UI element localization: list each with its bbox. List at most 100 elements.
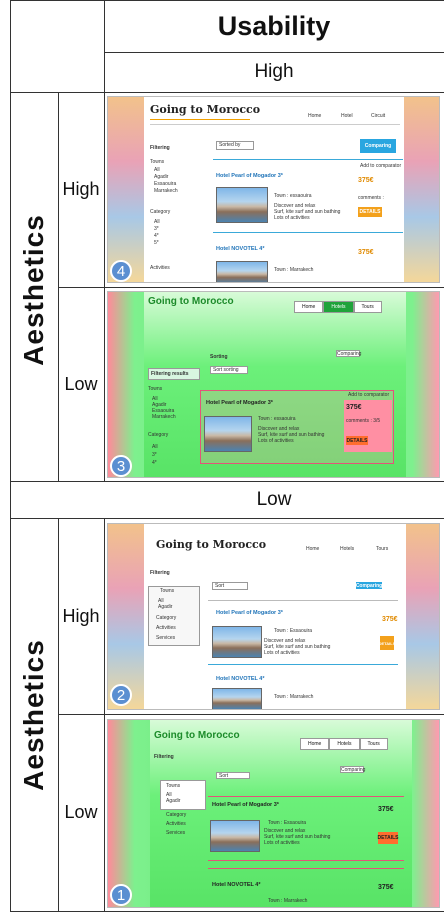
- site-title: Going to Morocco: [156, 538, 267, 551]
- badge-3: 3: [110, 455, 132, 477]
- hotel-name: Hotel Pearl of Mogador 3*: [216, 173, 283, 179]
- side-item: Services: [166, 830, 186, 836]
- sorting-heading: Sorting: [210, 354, 228, 360]
- sort-select: Sort: [212, 582, 248, 590]
- badge-2: 2: [110, 684, 132, 706]
- category-item: All: [152, 444, 158, 450]
- nav-circuit: Circuit: [371, 113, 386, 119]
- category-item: 4*: [152, 460, 157, 466]
- category-heading: Category: [150, 209, 171, 215]
- details-button: DETAILS: [358, 207, 382, 217]
- sort-select: Sorted by: [216, 141, 254, 150]
- nav-tours: Tours: [359, 738, 388, 750]
- nav-tours: Tours: [353, 301, 382, 313]
- sort-select: Sort: [216, 772, 250, 779]
- screenshot-2: Going to Morocco Home Hotels Tours Filte…: [107, 523, 440, 710]
- price: 375€: [382, 616, 398, 623]
- hotel-photo: [212, 688, 262, 709]
- grid-line: [104, 518, 105, 912]
- card-line: [213, 159, 403, 160]
- filtering-heading: Filtering: [150, 570, 170, 576]
- card-line: [208, 860, 404, 861]
- aesthetics-axis-label-bottom: Aesthetics: [18, 639, 49, 791]
- town-item: Agadir: [158, 604, 173, 610]
- town-line: Town : Essaouira: [268, 820, 307, 826]
- hotel-photo: [210, 820, 260, 852]
- bullet: Lots of activities: [264, 650, 300, 656]
- usability-low-label: Low: [256, 488, 292, 510]
- hotel-name: Hotel NOVOTEL 4*: [216, 246, 265, 252]
- screenshot-1: Going to Morocco Home Hotels Tours Filte…: [107, 719, 440, 908]
- bullet: Lots of activities: [258, 438, 294, 444]
- nav-hotels: Hotels: [340, 546, 355, 552]
- details-button: DETAILS: [346, 436, 368, 445]
- town-item: Agadir: [166, 798, 181, 804]
- nav-tours: Tours: [376, 546, 389, 552]
- towns-heading: Towns: [148, 386, 163, 392]
- town-line: Town : Marrakech: [274, 694, 314, 700]
- town-line: Town : Marrakech: [268, 898, 308, 904]
- nav-home: Home: [300, 738, 330, 750]
- hotel-name: Hotel Pearl of Mogador 3*: [206, 400, 273, 406]
- card-line: [208, 796, 404, 797]
- category-item: 5*: [154, 240, 159, 246]
- figure-table: Usability High Low Aesthetics Aesthetics…: [0, 0, 444, 912]
- card-line: [213, 232, 403, 233]
- nav-home: Home: [308, 113, 322, 119]
- town-line: Town : Marrakech: [274, 267, 314, 273]
- hotel-name: Hotel NOVOTEL 4*: [212, 882, 261, 888]
- bullet: Lots of activities: [274, 215, 310, 221]
- screenshot-3: Going to Morocco Home Hotels Tours Sorti…: [107, 291, 440, 478]
- badge-1: 1: [110, 884, 132, 906]
- hotel-photo: [216, 187, 268, 223]
- hotel-name: Hotel NOVOTEL 4*: [216, 676, 265, 682]
- hotel-photo: [212, 626, 262, 658]
- details-button: DETAILS: [379, 636, 395, 650]
- title-underline: [150, 119, 250, 120]
- usability-title: Usability: [217, 10, 331, 41]
- card-line: [208, 664, 398, 665]
- row-label-low: Low: [64, 373, 98, 394]
- town-item: Essaouira: [154, 181, 177, 187]
- site-title: Going to Morocco: [148, 296, 234, 307]
- grid-line: [58, 714, 444, 715]
- price: 375€: [358, 249, 374, 256]
- side-item: Services: [156, 635, 176, 641]
- activities-heading: Activities: [150, 265, 170, 271]
- town-item: Agadir: [154, 174, 169, 180]
- nav-home: Home: [306, 546, 320, 552]
- category-item: 3*: [152, 452, 157, 458]
- grid-line: [104, 92, 105, 481]
- comments: comments : 3/5: [346, 418, 381, 424]
- side-item: Category: [156, 615, 177, 621]
- hotel-photo: [204, 416, 252, 452]
- site-title: Going to Morocco: [150, 103, 261, 116]
- badge-4: 4: [110, 260, 132, 282]
- towns-heading: Towns: [166, 783, 181, 789]
- price: 375€: [378, 884, 394, 891]
- category-heading: Category: [148, 432, 169, 438]
- filtering-heading: Filtering: [154, 754, 174, 760]
- add-to-comparator: Add to comparator: [348, 392, 390, 398]
- add-to-comparator: Add to comparator: [360, 163, 402, 169]
- nav-hotel: Hotel: [341, 113, 353, 119]
- grid-line: [58, 287, 444, 288]
- nav-line: [150, 124, 400, 125]
- town-line: Town : essaouira: [258, 416, 296, 422]
- side-item: Activities: [156, 625, 176, 631]
- row-label-high: High: [62, 605, 100, 626]
- row-label-low: Low: [64, 802, 98, 822]
- sort-select: Sort sorting: [210, 366, 248, 374]
- price: 375€: [346, 404, 362, 411]
- bullet: Lots of activities: [264, 840, 300, 846]
- town-item: Marrakech: [152, 414, 176, 420]
- category-item: 4*: [154, 233, 159, 239]
- side-item: Activities: [166, 821, 186, 827]
- town-line: Town : Essaouira: [274, 628, 313, 634]
- category-item: All: [154, 219, 160, 225]
- filtering-box: Filtering results: [148, 368, 200, 380]
- card-line: [208, 600, 398, 601]
- nav-hotels: Hotels: [323, 301, 354, 313]
- category-item: 3*: [154, 226, 159, 232]
- comparing-button: Comparing: [355, 582, 383, 589]
